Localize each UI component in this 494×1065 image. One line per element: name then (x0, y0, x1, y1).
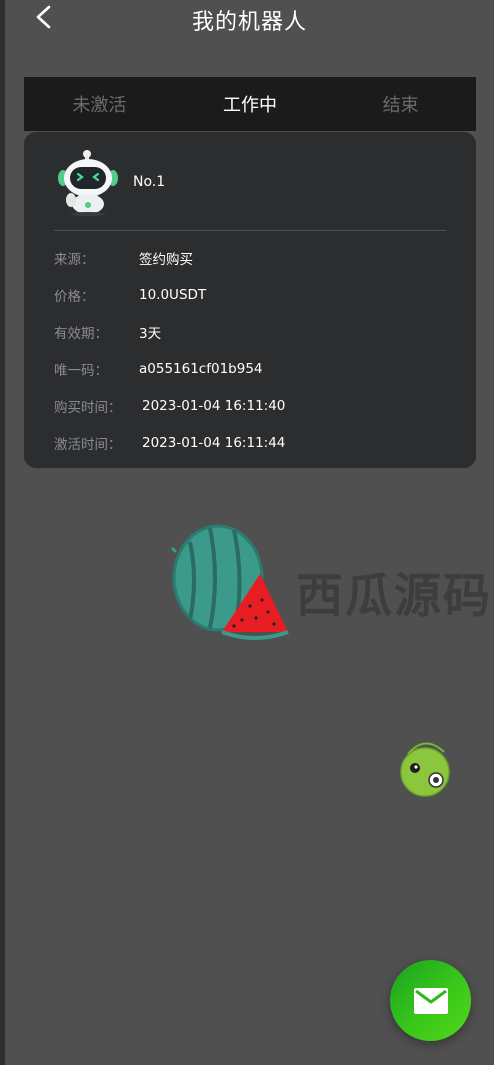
field-label: 价格： (54, 289, 95, 305)
tab-inactive[interactable]: 未激活 (24, 77, 175, 131)
field-validity: 有效期： 3天 (54, 322, 161, 342)
left-edge-bar (0, 0, 5, 1065)
field-label: 购买时间： (54, 400, 122, 416)
field-value: a055161cf01b954 (139, 361, 263, 377)
field-unique-code: 唯一码： a055161cf01b954 (54, 359, 263, 379)
divider (54, 230, 446, 231)
mail-icon (413, 987, 448, 1014)
header: 我的机器人 (5, 0, 494, 44)
field-label: 来源： (54, 252, 95, 268)
field-value: 2023-01-04 16:11:44 (142, 435, 286, 451)
green-ball-icon[interactable] (398, 738, 452, 800)
field-value: 2023-01-04 16:11:40 (142, 398, 286, 414)
tab-bar: 未激活 工作中 结束 (24, 77, 476, 131)
robot-number: No.1 (133, 174, 166, 190)
field-label: 有效期： (54, 326, 108, 342)
field-purchase-time: 购买时间： 2023-01-04 16:11:40 (54, 396, 285, 416)
field-value: 签约购买 (139, 252, 193, 268)
field-price: 价格： 10.0USDT (54, 285, 206, 305)
watermark-text: 西瓜源码 (296, 569, 492, 624)
page-title: 我的机器人 (191, 10, 307, 35)
field-value: 3天 (139, 326, 162, 342)
field-label: 激活时间： (54, 437, 122, 453)
message-button[interactable] (390, 960, 471, 1041)
tab-working[interactable]: 工作中 (175, 77, 326, 131)
field-value: 10.0USDT (139, 287, 207, 303)
robot-avatar-icon (58, 150, 118, 216)
field-label: 唯一码： (54, 363, 108, 379)
robot-card: No.1 来源： 签约购买 价格： 10.0USDT 有效期： 3天 唯一码： … (24, 132, 476, 468)
tab-ended[interactable]: 结束 (325, 77, 476, 131)
field-activation-time: 激活时间： 2023-01-04 16:11:44 (54, 433, 285, 453)
field-source: 来源： 签约购买 (54, 248, 193, 268)
